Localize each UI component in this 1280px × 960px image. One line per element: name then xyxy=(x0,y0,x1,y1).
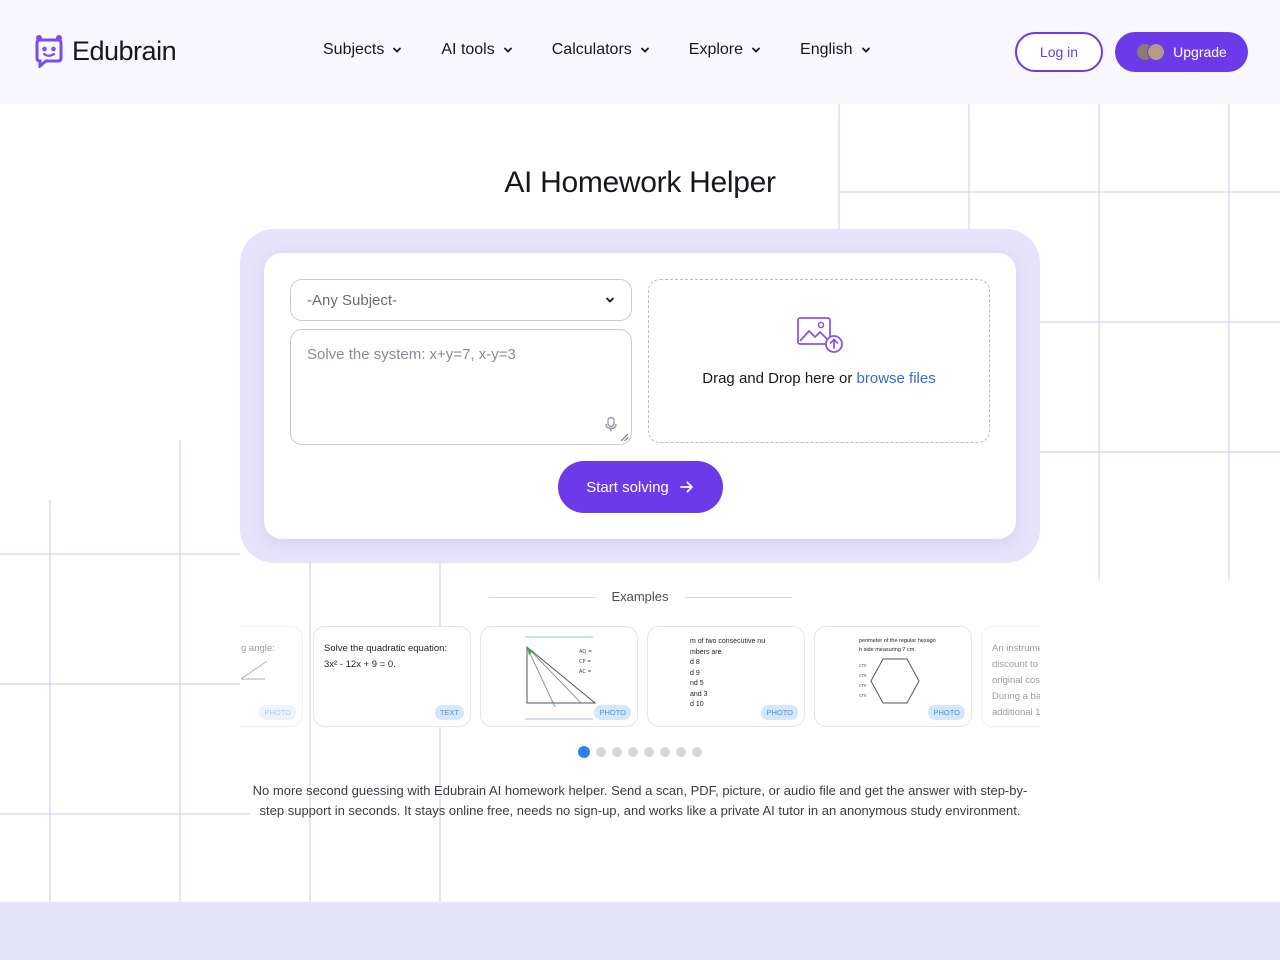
chevron-down-icon xyxy=(752,47,760,53)
upgrade-button[interactable]: Upgrade xyxy=(1115,32,1248,72)
example-thumbnail: cm cm cm cm xyxy=(859,658,920,704)
nav-ai-tools[interactable]: AI tools xyxy=(441,41,512,59)
avatar xyxy=(1147,43,1166,61)
svg-text:cm: cm xyxy=(859,683,867,689)
carousel-pagination xyxy=(578,746,702,758)
example-badge: TEXT xyxy=(434,705,464,720)
svg-text:cm: cm xyxy=(859,673,867,679)
footer-band xyxy=(0,902,1280,960)
subject-select[interactable]: -Any Subject- xyxy=(290,279,632,321)
upload-instructions: Drag and Drop here or browse files xyxy=(649,370,989,387)
example-text: An instrume discount to original cost Du… xyxy=(992,643,1040,718)
example-card[interactable]: An instrume discount to original cost Du… xyxy=(981,626,1040,727)
example-thumbnail xyxy=(241,660,268,680)
arrow-right-icon xyxy=(679,481,693,493)
top-header: Edubrain Subjects AI tools Calculators E… xyxy=(0,0,1280,104)
svg-text:AQ =: AQ = xyxy=(579,649,592,655)
examples-carousel: g angle: PHOTO Solve the quadratic equat… xyxy=(240,626,1040,728)
example-card[interactable]: AQ = CP = AC = PHOTO xyxy=(480,626,638,727)
example-thumbnail: AQ = CP = AC = xyxy=(525,636,597,720)
svg-text:AC =: AC = xyxy=(579,669,592,675)
page-description: No more second guessing with Edubrain AI… xyxy=(252,783,1028,818)
pagination-dot[interactable] xyxy=(612,747,622,757)
main-nav: Subjects AI tools Calculators Explore En… xyxy=(323,41,910,59)
chevron-down-icon xyxy=(606,297,614,303)
pagination-dot[interactable] xyxy=(692,747,702,757)
nav-explore[interactable]: Explore xyxy=(689,41,761,59)
example-text: Solve the quadratic equation: 3x² - 12x … xyxy=(324,643,448,670)
start-solving-button[interactable]: Start solving xyxy=(558,461,723,513)
nav-subjects[interactable]: Subjects xyxy=(323,41,402,59)
upload-dropzone[interactable]: Drag and Drop here or browse files xyxy=(648,279,990,443)
example-card[interactable]: m of two consecutive nu mbers are d 8 d … xyxy=(647,626,805,727)
example-badge: PHOTO xyxy=(594,705,631,720)
example-badge: PHOTO xyxy=(259,705,296,720)
pagination-dot[interactable] xyxy=(578,746,590,758)
pagination-dot[interactable] xyxy=(628,747,638,757)
pagination-dot[interactable] xyxy=(596,747,606,757)
examples-heading: Examples xyxy=(611,589,669,604)
avatar-group xyxy=(1136,43,1166,61)
upgrade-label: Upgrade xyxy=(1173,44,1227,60)
example-text: perimeter of the regular hexago h side m… xyxy=(859,638,936,653)
example-badge: PHOTO xyxy=(928,705,965,720)
robot-logo-icon xyxy=(35,35,63,68)
pagination-dot[interactable] xyxy=(660,747,670,757)
nav-label: Explore xyxy=(688,41,744,58)
example-text: m of two consecutive nu mbers are d 8 d … xyxy=(690,638,766,708)
nav-language[interactable]: English xyxy=(800,41,870,59)
logo[interactable]: Edubrain xyxy=(32,34,177,68)
subject-select-value: -Any Subject- xyxy=(307,291,398,309)
chevron-down-icon xyxy=(503,47,512,53)
chevron-down-icon xyxy=(640,47,649,53)
page-title: AI Homework Helper xyxy=(504,166,776,199)
upload-text: Drag and Drop here or xyxy=(702,370,853,387)
nav-calculators[interactable]: Calculators xyxy=(552,41,650,59)
example-card[interactable]: perimeter of the regular hexago h side m… xyxy=(814,626,972,727)
pagination-dot[interactable] xyxy=(644,747,654,757)
start-solving-label: Start solving xyxy=(586,478,669,496)
question-input[interactable]: Solve the system: x+y=7, x-y=3 xyxy=(290,329,632,445)
example-card[interactable]: Solve the quadratic equation: 3x² - 12x … xyxy=(313,626,471,727)
brand-name: Edubrain xyxy=(72,35,177,66)
pagination-dot[interactable] xyxy=(676,747,686,757)
microphone-icon[interactable] xyxy=(603,416,619,433)
chevron-down-icon xyxy=(861,47,870,53)
svg-text:cm: cm xyxy=(859,693,867,699)
nav-label: AI tools xyxy=(441,41,495,58)
svg-text:cm: cm xyxy=(859,663,867,669)
question-placeholder: Solve the system: x+y=7, x-y=3 xyxy=(307,346,516,363)
example-badge: PHOTO xyxy=(761,705,798,720)
chevron-down-icon xyxy=(393,47,402,53)
example-card[interactable]: g angle: PHOTO xyxy=(240,626,303,727)
nav-label: Calculators xyxy=(551,41,632,58)
login-button[interactable]: Log in xyxy=(1015,32,1103,72)
nav-label: English xyxy=(800,41,853,58)
resize-handle-icon[interactable] xyxy=(620,433,629,442)
browse-files-link[interactable]: browse files xyxy=(857,370,936,387)
example-text: g angle: xyxy=(241,643,275,654)
nav-label: Subjects xyxy=(323,41,385,58)
svg-text:CP =: CP = xyxy=(579,659,591,665)
upload-image-icon xyxy=(797,317,843,353)
